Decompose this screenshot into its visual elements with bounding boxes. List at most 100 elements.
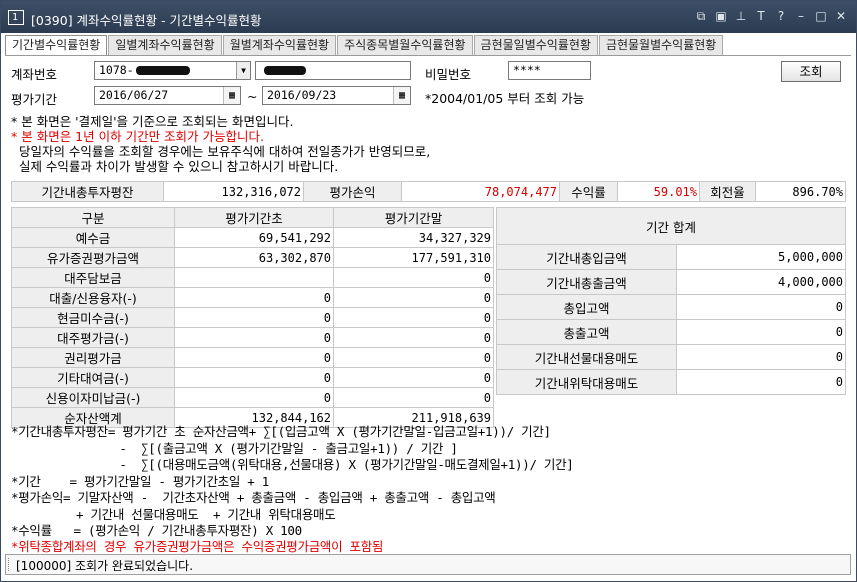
table-row: 대주평가금(-) 0 0 (11, 327, 494, 348)
start-value: 69,541,292 (174, 227, 334, 248)
row-label: 기타대여금(-) (11, 367, 175, 388)
window-title: [0390] 계좌수익률현황 - 기간별수익률현황 (31, 13, 262, 28)
summary-pnl-value: 78,074,477 (401, 181, 560, 202)
tab-stock-monthly-return[interactable]: 주식종목별월수익률현황 (337, 35, 473, 55)
end-value: 0 (333, 267, 494, 288)
tab-gold-daily-return[interactable]: 금현물일별수익률현황 (473, 35, 598, 55)
minimize-icon[interactable]: – (794, 9, 808, 23)
status-bar: [100000] 조회가 완료되었습니다. (5, 554, 851, 575)
end-value: 0 (333, 287, 494, 308)
account-number-select[interactable]: 1078- ▼ (94, 61, 251, 80)
formula-line-5: *평가손익= 기말자산액 - 기간초자산액 + 총출금액 - 총입금액 + 총출… (11, 490, 496, 505)
tab-bar: 기간별수익률현황 일별계좌수익률현황 월별계좌수익률현황 주식종목별월수익률현황… (5, 35, 724, 56)
tab-daily-account-return[interactable]: 일별계좌수익률현황 (108, 35, 222, 55)
period-total-table: 기간 합계 기간내총입금액 5,000,000 기간내총출금액 4,000,00… (495, 207, 847, 395)
column-header: 평가기간초 (174, 207, 334, 228)
row-label: 대주담보금 (11, 267, 175, 288)
period-availability-note: *2004/01/05 부터 조회 가능 (425, 91, 585, 106)
table-row: 기간내총출금액 4,000,000 (496, 269, 847, 295)
status-message: [100000] 조회가 완료되었습니다. (16, 559, 194, 573)
table-row: 총출고액 0 (496, 319, 847, 345)
table-header-row: 구분 평가기간초 평가기간말 (11, 207, 494, 228)
calendar-icon[interactable]: ▦ (223, 87, 240, 104)
summary-row: 기간내총투자평잔 132,316,072 평가손익 78,074,477 수익률… (11, 181, 846, 202)
start-value (174, 267, 334, 288)
summary-turnover-label: 회전율 (699, 181, 756, 202)
account-label: 계좌번호 (11, 67, 58, 82)
redacted-mark (135, 66, 190, 75)
tab-divider (5, 55, 851, 56)
summary-table: 기간내총투자평잔 132,316,072 평가손익 78,074,477 수익률… (11, 181, 846, 202)
tab-gold-monthly-return[interactable]: 금현물월별수익률현황 (598, 35, 724, 55)
row-label: 현금미수금(-) (11, 307, 175, 328)
font-icon[interactable]: T (754, 9, 768, 23)
formula-line-4: *기간 = 평가기간말일 - 평가기간초일 + 1 (11, 474, 269, 489)
tab-monthly-account-return[interactable]: 월별계좌수익률현황 (222, 35, 337, 55)
grip-icon (8, 558, 10, 571)
window-icon[interactable]: ▣ (714, 9, 728, 23)
formula-line-1: *기간내총투자평잔= 평가기간 초 순자산금액+ ∑[(입금고액 X (평가기간… (11, 424, 551, 439)
row-label: 총출고액 (496, 319, 677, 345)
table-row: 대출/신용융자(-) 0 0 (11, 287, 494, 308)
table-row: 신용이자미납금(-) 0 0 (11, 387, 494, 408)
start-date-value: 2016/06/27 (99, 88, 169, 102)
start-value: 0 (174, 387, 334, 408)
end-value: 0 (333, 367, 494, 388)
row-value: 4,000,000 (675, 269, 847, 295)
note-line-3: 당일자의 수익률을 조회할 경우에는 보유주식에 대하여 전일종가가 반영되므로… (11, 144, 431, 159)
tab-period-return[interactable]: 기간별수익률현황 (5, 35, 108, 56)
summary-pnl-label: 평가손익 (303, 181, 402, 202)
table-row: 기타대여금(-) 0 0 (11, 367, 494, 388)
row-label: 기간내총출금액 (496, 269, 677, 295)
row-label: 기간내위탁대용매도 (496, 369, 677, 395)
row-label: 예수금 (11, 227, 175, 248)
formula-line-7: *수익률 = (평가손익 / 기간내총투자평잔) X 100 (11, 523, 302, 538)
redacted-mark (264, 66, 306, 75)
row-value: 0 (675, 294, 847, 320)
restore-icon[interactable]: ⧉ (694, 9, 708, 23)
query-button[interactable]: 조회 (781, 61, 841, 82)
summary-return-value: 59.01% (617, 181, 700, 202)
end-value: 0 (333, 307, 494, 328)
calendar-icon[interactable]: ▦ (393, 87, 410, 104)
period-label: 평가기간 (11, 92, 58, 107)
pin-icon[interactable]: ⊥ (734, 9, 748, 23)
note-line-2: * 본 화면은 1년 이하 기간만 조회가 가능합니다. (11, 129, 264, 144)
period-total-header: 기간 합계 (495, 207, 847, 245)
start-date-input[interactable]: 2016/06/27 ▦ (94, 86, 241, 105)
end-date-input[interactable]: 2016/09/23 ▦ (262, 86, 411, 105)
chevron-down-icon[interactable]: ▼ (236, 62, 250, 79)
row-value: 5,000,000 (675, 244, 847, 270)
asset-detail-table: 구분 평가기간초 평가기간말 예수금 69,541,292 34,327,329… (11, 207, 494, 428)
end-value: 34,327,329 (333, 227, 494, 248)
maximize-icon[interactable]: □ (814, 9, 828, 23)
start-value: 0 (174, 307, 334, 328)
table-row: 기간내선물대용매도 0 (496, 344, 847, 370)
end-value: 0 (333, 347, 494, 368)
title-bar: 1 [0390] 계좌수익률현황 - 기간별수익률현황 ⧉ ▣ ⊥ T ? – … (1, 1, 856, 33)
start-value: 63,302,870 (174, 247, 334, 268)
table-row: 총입고액 0 (496, 294, 847, 320)
end-value: 0 (333, 387, 494, 408)
note-line-1: * 본 화면은 '결제일'을 기준으로 조회되는 화면입니다. (11, 114, 294, 129)
row-label: 기간내총입금액 (496, 244, 677, 270)
row-label: 대주평가금(-) (11, 327, 175, 348)
summary-return-label: 수익률 (559, 181, 618, 202)
column-header: 구분 (11, 207, 175, 228)
column-header: 평가기간말 (333, 207, 494, 228)
summary-invest-value: 132,316,072 (163, 181, 304, 202)
password-input[interactable]: **** (508, 61, 591, 80)
row-value: 0 (675, 319, 847, 345)
row-label: 기간내선물대용매도 (496, 344, 677, 370)
start-value: 0 (174, 327, 334, 348)
row-label: 대출/신용융자(-) (11, 287, 175, 308)
row-value: 0 (675, 369, 847, 395)
formula-line-2: - ∑[(출금고액 X (평가기간말일 - 출금고일+1)) / 기간 ] (11, 441, 458, 456)
formula-line-3: - ∑[(대용매도금액(위탁대용,선물대용) X (평가기간말일-매도결제일+1… (11, 457, 574, 472)
row-label: 신용이자미납금(-) (11, 387, 175, 408)
close-icon[interactable]: ✕ (834, 9, 848, 23)
table-row: 유가증권평가금액 63,302,870 177,591,310 (11, 247, 494, 268)
help-icon[interactable]: ? (774, 9, 788, 23)
account-number-value: 1078- (99, 63, 134, 77)
start-value: 0 (174, 287, 334, 308)
